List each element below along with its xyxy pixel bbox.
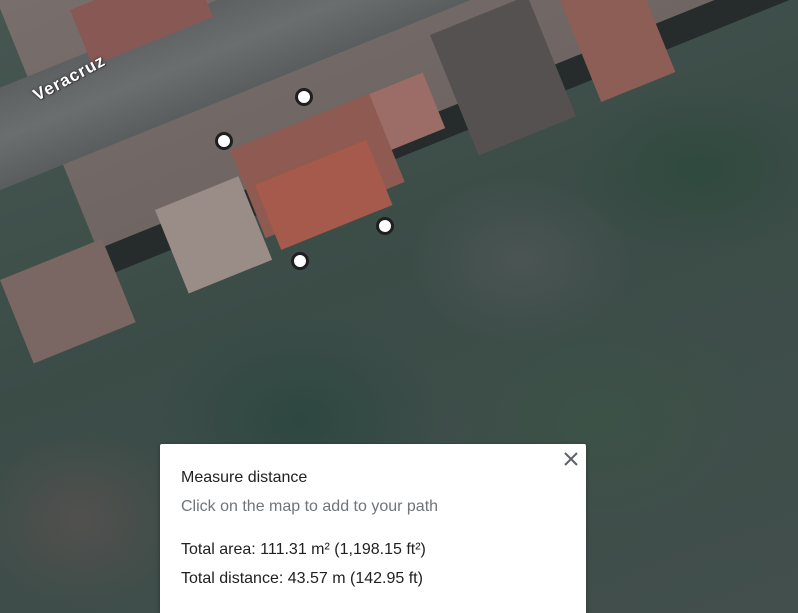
close-icon[interactable] — [562, 450, 580, 468]
panel-title: Measure distance — [181, 469, 308, 486]
measure-distance-panel: Measure distance Click on the map to add… — [160, 444, 586, 613]
measure-point[interactable] — [376, 217, 394, 235]
measure-point[interactable] — [291, 252, 309, 270]
total-area: Total area: 111.31 m² (1,198.15 ft²) — [181, 541, 426, 558]
measure-point[interactable] — [295, 88, 313, 106]
panel-hint: Click on the map to add to your path — [181, 498, 439, 515]
measure-point[interactable] — [215, 132, 233, 150]
close-icon[interactable] — [562, 450, 580, 468]
total-distance: Total distance: 43.57 m (142.95 ft) — [181, 570, 423, 587]
